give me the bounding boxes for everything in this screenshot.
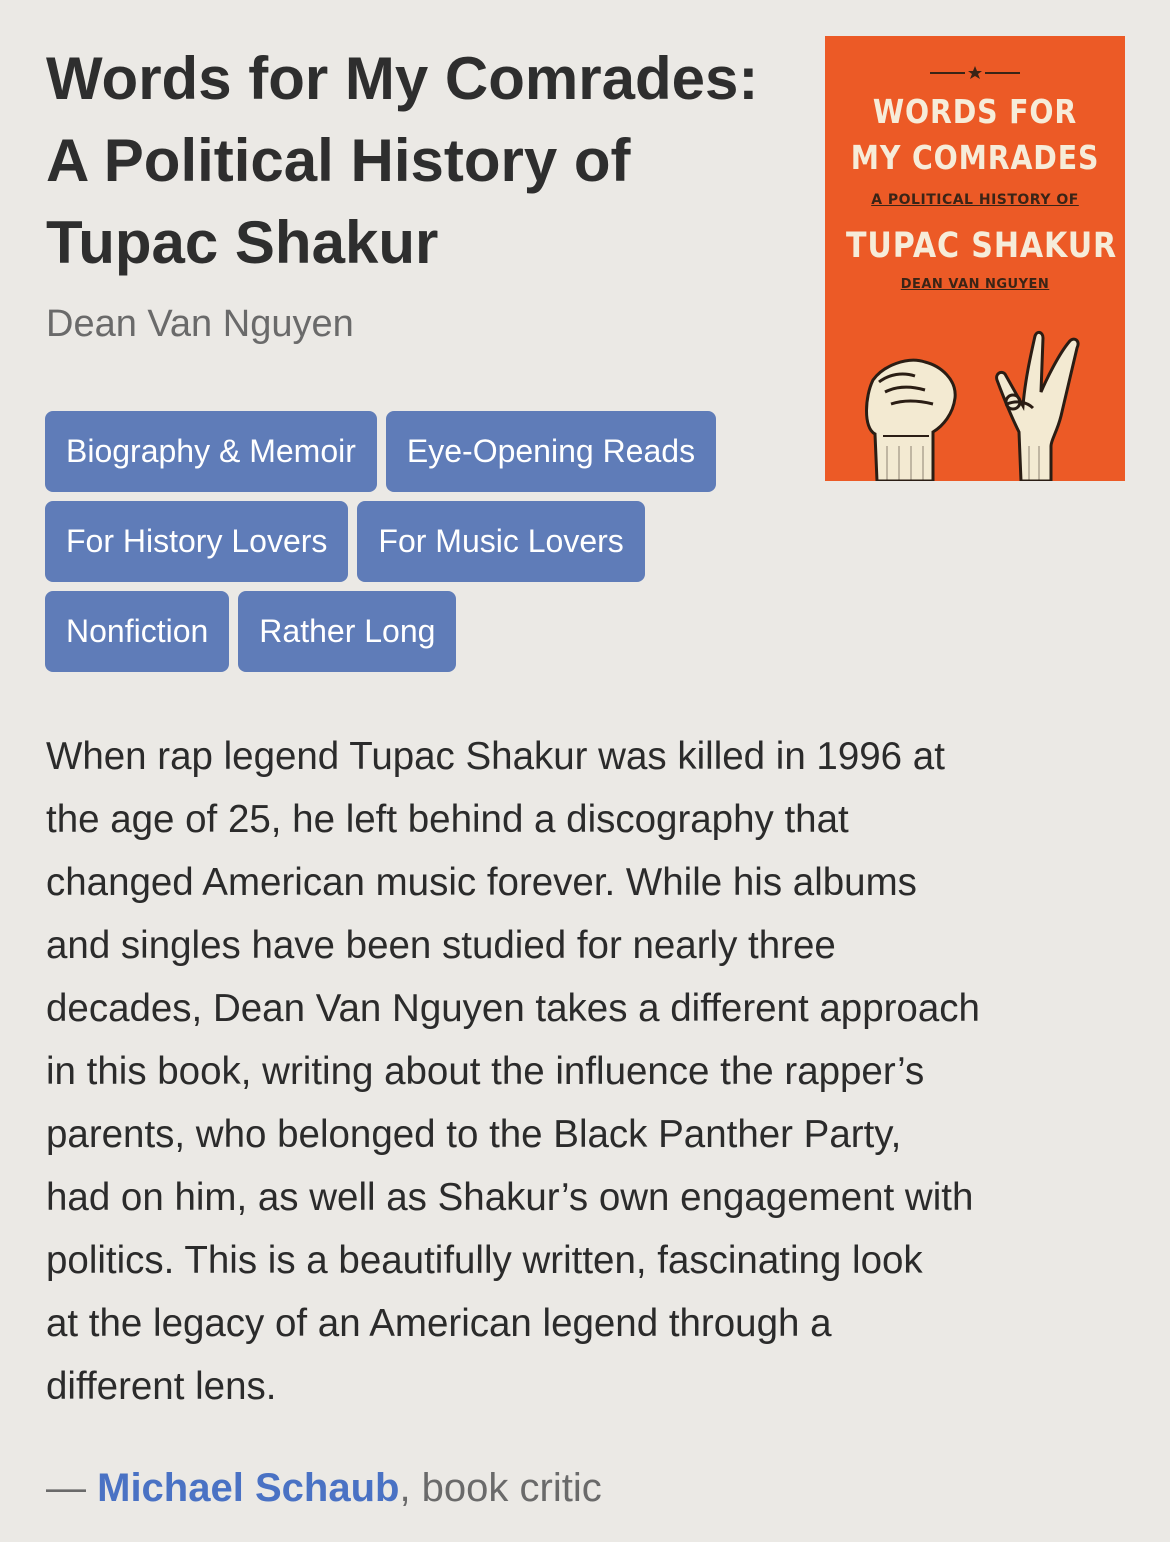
description-line: changed American music forever. While hi… [46, 861, 917, 904]
book-cover-image[interactable]: WORDS FOR MY COMRADES A POLITICAL HISTOR… [825, 36, 1125, 481]
book-author: Dean Van Nguyen [46, 303, 354, 345]
cover-subtitle: A POLITICAL HISTORY OF [871, 192, 1079, 208]
tag-nonfiction[interactable]: Nonfiction [45, 591, 230, 672]
description-line: in this book, writing about the influenc… [46, 1050, 925, 1093]
cover-title-line: WORDS FOR [872, 92, 1078, 131]
tag-row: Biography & Memoir Eye-Opening Reads [45, 411, 717, 492]
tag-eye-opening-reads[interactable]: Eye-Opening Reads [385, 411, 717, 492]
description-line: politics. This is a beautifully written,… [46, 1239, 923, 1282]
tag-row: Nonfiction Rather Long [45, 591, 457, 672]
tag-for-history-lovers[interactable]: For History Lovers [45, 501, 349, 582]
book-title-line: Tupac Shakur [46, 209, 439, 276]
description-line: and singles have been studied for nearly… [46, 924, 836, 967]
description-line: decades, Dean Van Nguyen takes a differe… [46, 987, 980, 1030]
description-line: different lens. [46, 1365, 277, 1408]
description-line: had on him, as well as Shakur’s own enga… [46, 1176, 974, 1219]
critic-name-link[interactable]: Michael Schaub [97, 1466, 399, 1510]
tag-biography-memoir[interactable]: Biography & Memoir [45, 411, 377, 492]
cover-author: DEAN VAN NGUYEN [900, 277, 1050, 292]
critic-attribution: — Michael Schaub, book critic [46, 1462, 602, 1514]
description-line: When rap legend Tupac Shakur was killed … [46, 735, 945, 778]
critic-role: , book critic [399, 1466, 602, 1510]
attribution-dash: — [46, 1466, 86, 1510]
cover-subject-name: TUPAC SHAKUR [846, 226, 1118, 266]
description-line: parents, who belonged to the Black Panth… [46, 1113, 902, 1156]
book-description: When rap legend Tupac Shakur was killed … [46, 725, 1136, 1418]
book-title-line: A Political History of [46, 127, 631, 194]
book-title-line: Words for My Comrades: [46, 45, 759, 112]
cover-title-line: MY COMRADES [850, 138, 1100, 177]
tag-for-music-lovers[interactable]: For Music Lovers [357, 501, 645, 582]
description-line: at the legacy of an American legend thro… [46, 1302, 832, 1345]
book-title: Words for My Comrades: A Political Histo… [46, 38, 806, 284]
tag-rather-long[interactable]: Rather Long [238, 591, 457, 672]
tag-row: For History Lovers For Music Lovers [45, 501, 645, 582]
description-line: the age of 25, he left behind a discogra… [46, 798, 849, 841]
